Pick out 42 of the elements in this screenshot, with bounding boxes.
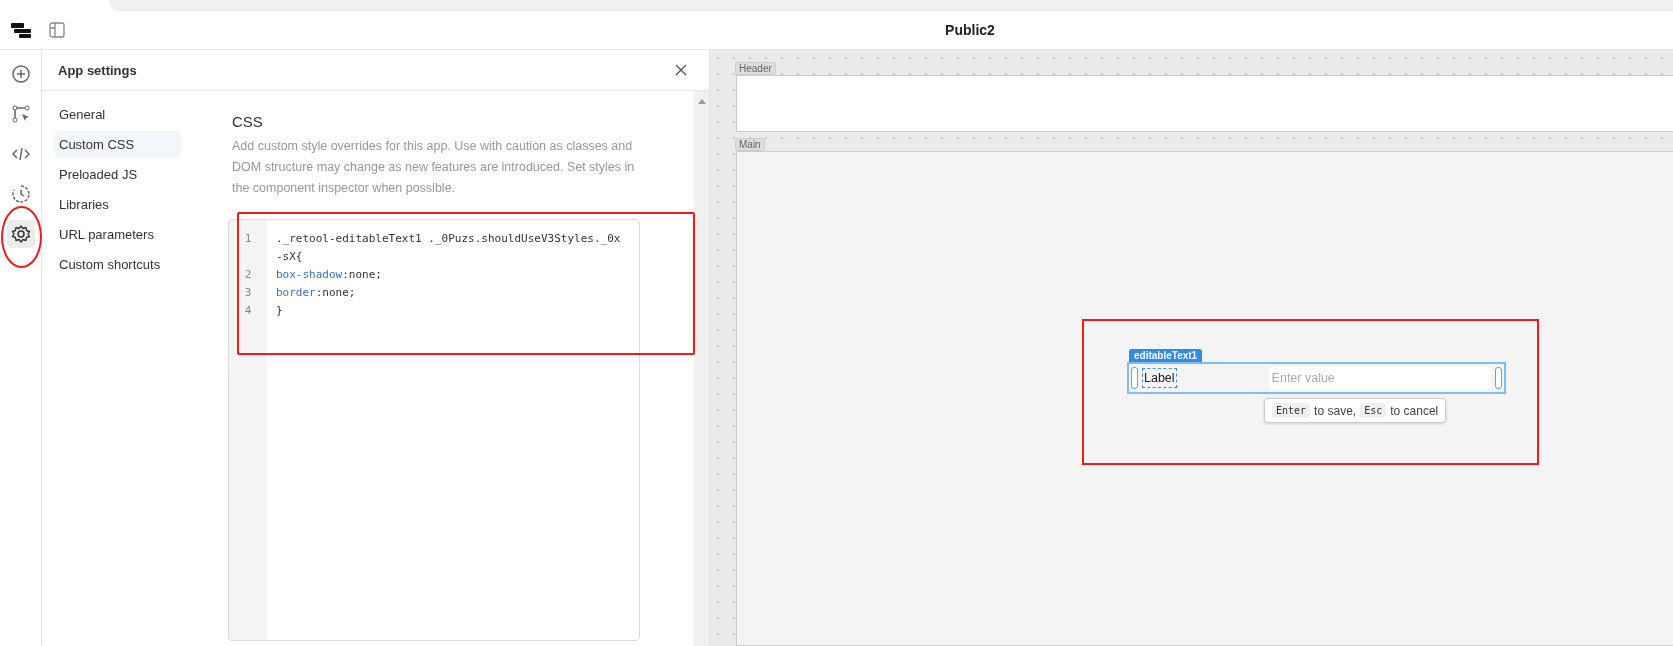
key-label: Esc	[1360, 403, 1387, 418]
settings-nav-item[interactable]: Custom shortcuts	[54, 251, 182, 278]
settings-nav-item[interactable]: Libraries	[54, 191, 182, 218]
sidebar-toggle-icon[interactable]	[49, 22, 65, 38]
component-name-tag[interactable]: editableText1	[1129, 349, 1203, 362]
field-label: Label	[1142, 368, 1177, 388]
code-line: border:none;	[275, 285, 357, 301]
value-input[interactable]: Enter value	[1268, 367, 1491, 389]
line-number: 3	[243, 285, 253, 301]
settings-icon	[10, 224, 31, 244]
section-label: Header	[735, 62, 776, 75]
code-line: }	[275, 303, 284, 319]
code-editor[interactable]: 1 ._retool-editableText1 ._0Puzs.shouldUseV3Styles._0x-sX{ 2 box-shadow:none; 3 border:none; 4 }	[228, 219, 640, 641]
editable-text-component[interactable]: Label Enter value	[1127, 362, 1506, 394]
close-icon[interactable]	[675, 64, 687, 76]
resize-handle[interactable]	[1131, 367, 1138, 389]
app-logo-icon	[11, 22, 31, 38]
settings-nav-item[interactable]: General	[54, 101, 182, 128]
history-icon	[10, 184, 31, 204]
line-number: 2	[243, 267, 253, 283]
section-label: Main	[735, 138, 765, 151]
scrollbar[interactable]	[694, 91, 709, 646]
line-number: 1	[243, 231, 253, 247]
scroll-up-arrow-icon	[697, 99, 706, 104]
hint-text: to save,	[1314, 403, 1357, 418]
section-description: Add custom style overrides for this app. Use with caution as classes and DOM structure may change as new features are introduced. Set styles in the component inspector when possible.	[232, 138, 636, 197]
annotation-ellipse	[1, 206, 42, 268]
panel-title: App settings	[58, 62, 137, 78]
add-icon	[10, 64, 31, 84]
code-line: box-shadow:none;	[275, 267, 383, 283]
app-title: Public2	[944, 22, 996, 38]
settings-nav-item[interactable]: URL parameters	[54, 221, 182, 248]
code-line: ._retool-editableText1 ._0Puzs.shouldUseV3Styles._0x-sX{	[275, 231, 622, 265]
hint-text: to cancel	[1390, 403, 1439, 418]
rail-button[interactable]	[6, 220, 35, 248]
key-label: Enter	[1272, 403, 1311, 418]
line-number: 4	[243, 303, 253, 319]
settings-nav-item[interactable]: Preloaded JS	[54, 161, 182, 188]
section-heading: CSS	[232, 113, 264, 130]
settings-nav-item[interactable]: Custom CSS	[54, 131, 182, 158]
workflow-icon	[10, 104, 31, 124]
resize-handle[interactable]	[1495, 367, 1502, 389]
